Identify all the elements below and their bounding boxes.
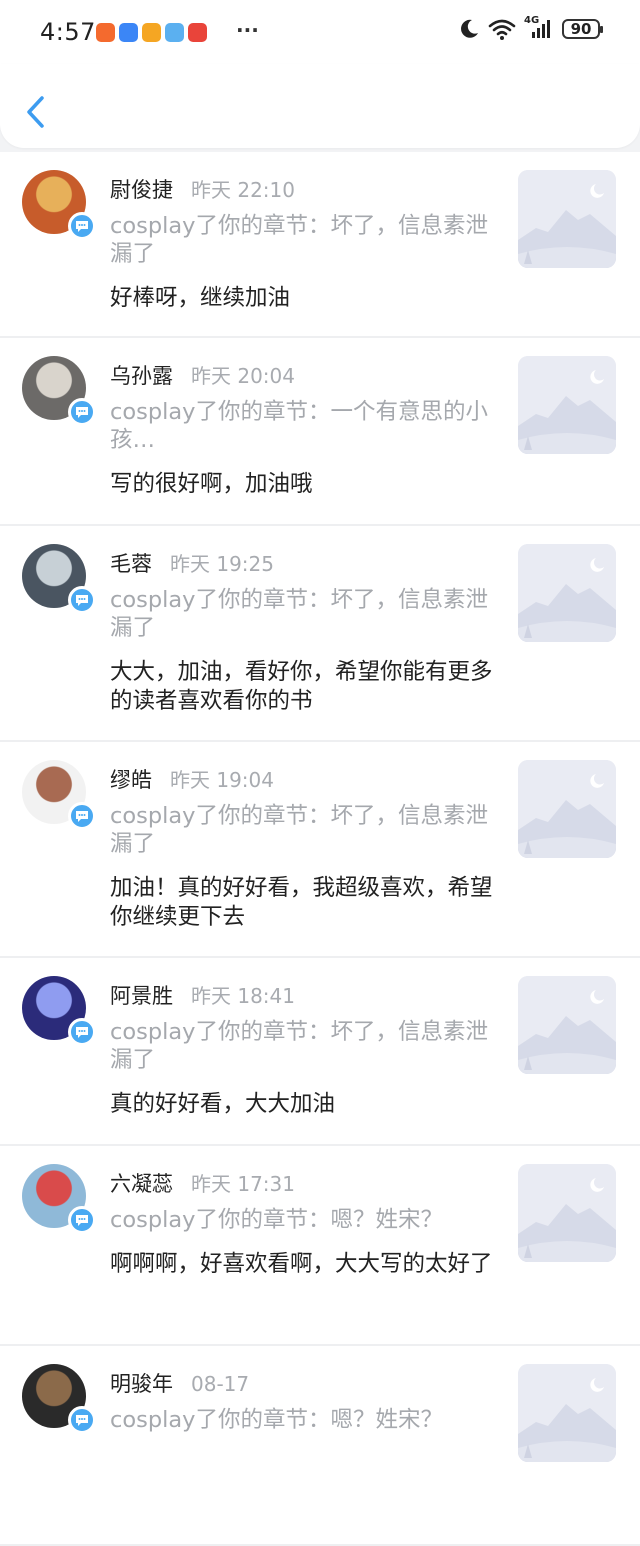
battery-indicator: 90 xyxy=(562,19,603,39)
user-name[interactable]: 阿景胜 xyxy=(110,980,173,1010)
name-line: 缪皓 昨天 19:04 xyxy=(110,764,274,794)
chapter-source[interactable]: cosplay了你的章节：嗯？姓宋？ xyxy=(110,1206,490,1234)
comment-badge-icon xyxy=(68,1206,96,1234)
name-line: 阿景胜 昨天 18:41 xyxy=(110,980,295,1010)
user-name[interactable]: 六凝蕊 xyxy=(110,1168,173,1198)
notification-item[interactable]: 明骏年 08-17 cosplay了你的章节：嗯？姓宋？ xyxy=(0,1346,640,1546)
user-name[interactable]: 毛蓉 xyxy=(110,548,152,578)
comment-badge-icon xyxy=(68,1406,96,1434)
notification-item[interactable]: 六凝蕊 昨天 17:31 cosplay了你的章节：嗯？姓宋？ 啊啊啊，好喜欢看… xyxy=(0,1146,640,1346)
comment-text: 加油！真的好好看，我超级喜欢，希望你继续更下去 xyxy=(110,875,493,930)
app-icon-blue xyxy=(119,23,138,42)
user-name[interactable]: 尉俊捷 xyxy=(110,174,173,204)
user-name[interactable]: 缪皓 xyxy=(110,764,152,794)
comment-notification-list: 尉俊捷 昨天 22:10 cosplay了你的章节：坏了，信息素泄漏了 好棒呀，… xyxy=(0,152,640,1546)
thumbnail-placeholder-icon xyxy=(518,1364,616,1462)
comment-badge-icon xyxy=(68,212,96,240)
page-header xyxy=(0,64,640,148)
chapter-source[interactable]: cosplay了你的章节：嗯？姓宋？ xyxy=(110,1406,490,1434)
comment-text: 好棒呀，继续加油 xyxy=(110,285,291,311)
chapter-thumbnail[interactable] xyxy=(518,170,616,268)
timestamp: 昨天 20:04 xyxy=(191,364,295,388)
signal-group: 4G xyxy=(524,15,554,40)
thumbnail-placeholder-icon xyxy=(518,544,616,642)
comment-badge-icon xyxy=(68,802,96,830)
user-name[interactable]: 明骏年 xyxy=(110,1368,173,1398)
comment-text: 大大，加油，看好你，希望你能有更多的读者喜欢看你的书 xyxy=(110,659,493,714)
thumbnail-placeholder-icon xyxy=(518,1164,616,1262)
app-icon-yellow xyxy=(142,23,161,42)
timestamp: 昨天 19:25 xyxy=(170,552,274,576)
chapter-source[interactable]: cosplay了你的章节：坏了，信息素泄漏了 xyxy=(110,212,490,268)
timestamp: 昨天 19:04 xyxy=(170,768,274,792)
user-name[interactable]: 乌孙露 xyxy=(110,360,173,390)
name-line: 乌孙露 昨天 20:04 xyxy=(110,360,295,390)
comment-text: 真的好好看，大大加油 xyxy=(110,1091,336,1117)
name-line: 毛蓉 昨天 19:25 xyxy=(110,548,274,578)
thumbnail-placeholder-icon xyxy=(518,976,616,1074)
name-line: 尉俊捷 昨天 22:10 xyxy=(110,174,295,204)
app-icon-weather xyxy=(165,23,184,42)
avatar-container xyxy=(22,170,96,240)
more-notifications-icon: ··· xyxy=(236,18,259,42)
status-time: 4:57 xyxy=(40,18,96,46)
timestamp: 08-17 xyxy=(191,1372,250,1396)
status-bar: 4:57 ··· 4G 90 xyxy=(0,0,640,64)
comment-badge-icon xyxy=(68,398,96,426)
comment-text: 写的很好啊，加油哦 xyxy=(110,471,313,497)
thumbnail-placeholder-icon xyxy=(518,356,616,454)
chapter-source[interactable]: cosplay了你的章节：一个有意思的小孩… xyxy=(110,398,490,454)
chapter-source[interactable]: cosplay了你的章节：坏了，信息素泄漏了 xyxy=(110,802,490,858)
thumbnail-placeholder-icon xyxy=(518,760,616,858)
notification-item[interactable]: 毛蓉 昨天 19:25 cosplay了你的章节：坏了，信息素泄漏了 大大，加油… xyxy=(0,526,640,742)
avatar-container xyxy=(22,356,96,426)
wifi-icon xyxy=(488,19,516,40)
chapter-thumbnail[interactable] xyxy=(518,1364,616,1462)
chapter-thumbnail[interactable] xyxy=(518,356,616,454)
name-line: 六凝蕊 昨天 17:31 xyxy=(110,1168,295,1198)
avatar-container xyxy=(22,544,96,614)
name-line: 明骏年 08-17 xyxy=(110,1368,249,1398)
signal-icon xyxy=(532,20,550,38)
timestamp: 昨天 17:31 xyxy=(191,1172,295,1196)
timestamp: 昨天 18:41 xyxy=(191,984,295,1008)
notification-item[interactable]: 乌孙露 昨天 20:04 cosplay了你的章节：一个有意思的小孩… 写的很好… xyxy=(0,338,640,526)
moon-icon xyxy=(461,19,478,38)
chapter-thumbnail[interactable] xyxy=(518,760,616,858)
notification-app-icons xyxy=(96,23,207,42)
avatar-container xyxy=(22,1364,96,1434)
chevron-left-icon[interactable] xyxy=(22,94,50,130)
status-indicators: 4G 90 xyxy=(458,15,603,40)
avatar-container xyxy=(22,1164,96,1234)
chapter-thumbnail[interactable] xyxy=(518,1164,616,1262)
chapter-thumbnail[interactable] xyxy=(518,544,616,642)
timestamp: 昨天 22:10 xyxy=(191,178,295,202)
chapter-source[interactable]: cosplay了你的章节：坏了，信息素泄漏了 xyxy=(110,586,490,642)
comment-badge-icon xyxy=(68,1018,96,1046)
comment-badge-icon xyxy=(68,586,96,614)
notification-item[interactable]: 尉俊捷 昨天 22:10 cosplay了你的章节：坏了，信息素泄漏了 好棒呀，… xyxy=(0,152,640,338)
chapter-thumbnail[interactable] xyxy=(518,976,616,1074)
avatar-container xyxy=(22,760,96,830)
thumbnail-placeholder-icon xyxy=(518,170,616,268)
chapter-source[interactable]: cosplay了你的章节：坏了，信息素泄漏了 xyxy=(110,1018,490,1074)
comment-text: 啊啊啊，好喜欢看啊，大大写的太好了 xyxy=(110,1251,493,1277)
notification-item[interactable]: 阿景胜 昨天 18:41 cosplay了你的章节：坏了，信息素泄漏了 真的好好… xyxy=(0,958,640,1146)
notification-item[interactable]: 缪皓 昨天 19:04 cosplay了你的章节：坏了，信息素泄漏了 加油！真的… xyxy=(0,742,640,958)
app-icon-red xyxy=(188,23,207,42)
avatar-container xyxy=(22,976,96,1046)
app-icon-orange xyxy=(96,23,115,42)
